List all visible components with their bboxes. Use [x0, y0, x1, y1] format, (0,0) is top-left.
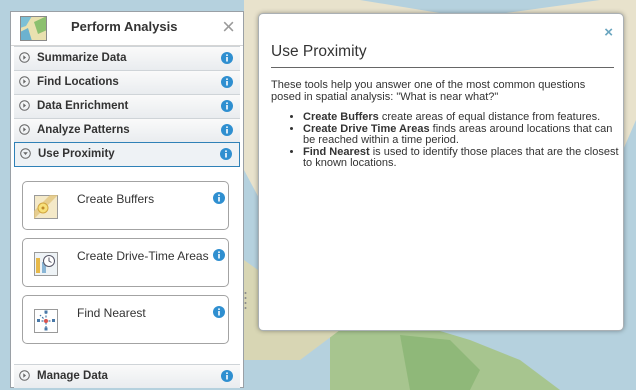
panel-resize-handle[interactable] [244, 290, 247, 312]
section-label: Manage Data [37, 370, 108, 382]
item-text: create areas of equal distance from feat… [378, 111, 601, 123]
chevron-right-icon [19, 124, 30, 135]
tool-label: Find Nearest [77, 306, 146, 320]
section-data-enrichment[interactable]: Data Enrichment [14, 94, 240, 118]
section-manage-data[interactable]: Manage Data [14, 364, 240, 388]
chevron-right-icon [19, 76, 30, 87]
info-icon[interactable] [221, 76, 233, 88]
use-proximity-tools: Create Buffers Create Drive-Time Areas F… [14, 167, 240, 364]
panel-close-button[interactable]: × [222, 14, 235, 40]
section-find-locations[interactable]: Find Locations [14, 70, 240, 94]
chevron-right-icon [19, 100, 30, 111]
popup-title: Use Proximity [271, 43, 367, 60]
section-label: Find Locations [37, 76, 119, 88]
item-term: Create Drive Time Areas [303, 122, 430, 135]
info-icon[interactable] [213, 192, 225, 204]
popup-intro: These tools help you answer one of the m… [271, 79, 586, 103]
perform-analysis-panel: Perform Analysis × Summarize Data Find L… [10, 11, 244, 388]
use-proximity-help-popup: × Use Proximity These tools help you ans… [258, 13, 624, 331]
info-icon[interactable] [221, 124, 233, 136]
find-nearest-button[interactable]: Find Nearest [22, 295, 229, 344]
info-icon[interactable] [221, 52, 233, 64]
info-icon[interactable] [221, 370, 233, 382]
tool-label: Create Buffers [77, 192, 155, 206]
info-icon[interactable] [221, 100, 233, 112]
tool-label: Create Drive-Time Areas [77, 249, 209, 263]
info-icon[interactable] [213, 249, 225, 261]
section-use-proximity[interactable]: Use Proximity [14, 142, 240, 167]
section-label: Summarize Data [37, 52, 127, 64]
section-analyze-patterns[interactable]: Analyze Patterns [14, 118, 240, 142]
info-icon[interactable] [220, 148, 232, 160]
chevron-right-icon [19, 370, 30, 381]
drive-time-icon [34, 252, 58, 276]
popup-tool-list: Create Buffers create areas of equal dis… [287, 111, 621, 170]
analysis-logo-icon [20, 16, 47, 41]
item-term: Create Buffers [303, 111, 379, 123]
create-drive-time-areas-button[interactable]: Create Drive-Time Areas [22, 238, 229, 287]
chevron-down-icon [20, 148, 31, 159]
section-label: Analyze Patterns [37, 124, 130, 136]
panel-title: Perform Analysis [71, 19, 178, 34]
create-buffers-button[interactable]: Create Buffers [22, 181, 229, 230]
section-label: Use Proximity [38, 148, 115, 160]
create-buffers-icon [34, 195, 58, 219]
item-term: Find Nearest [303, 145, 370, 158]
popup-divider [271, 67, 614, 68]
find-nearest-icon [34, 309, 58, 333]
chevron-right-icon [19, 52, 30, 63]
info-icon[interactable] [213, 306, 225, 318]
section-summarize-data[interactable]: Summarize Data [14, 46, 240, 70]
popup-close-button[interactable]: × [604, 24, 613, 41]
section-label: Data Enrichment [37, 100, 129, 112]
list-item: Create Drive Time Areas finds areas arou… [303, 122, 621, 147]
list-item: Find Nearest is used to identify those p… [303, 145, 621, 170]
panel-header: Perform Analysis × [11, 12, 243, 46]
